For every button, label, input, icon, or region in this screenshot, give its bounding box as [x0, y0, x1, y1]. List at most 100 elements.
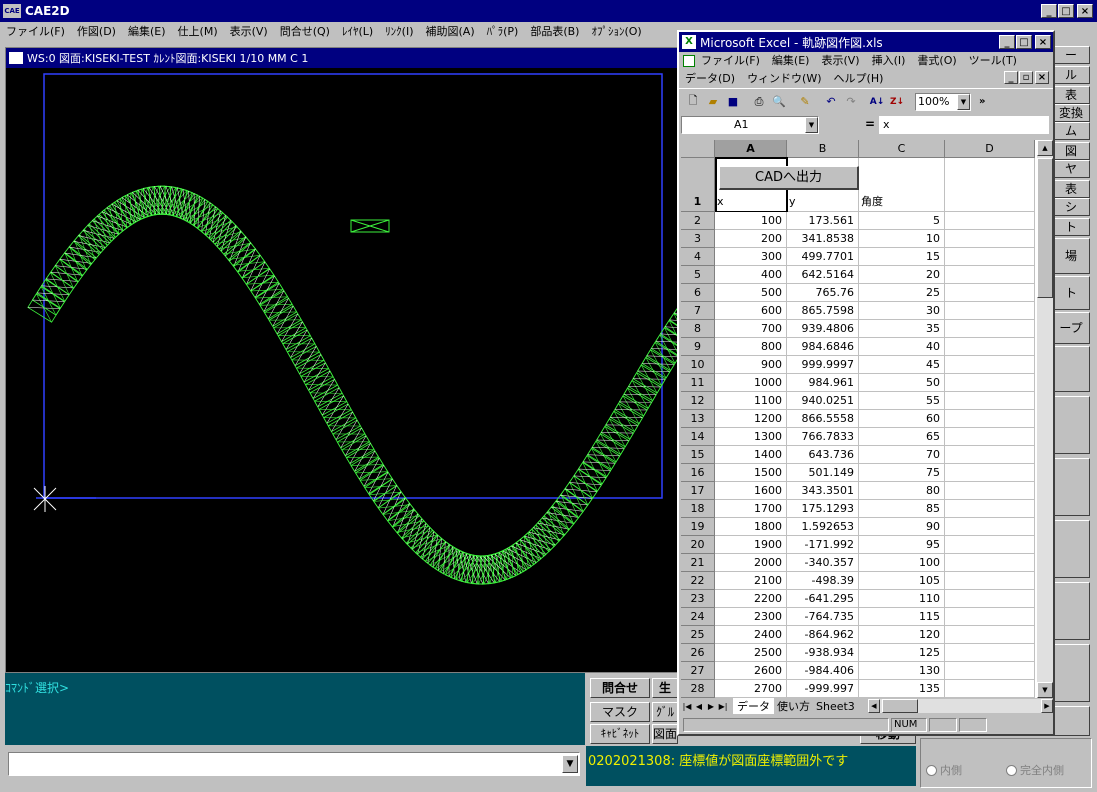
row-header[interactable]: 24: [681, 608, 715, 626]
cell-y[interactable]: 499.7701: [787, 248, 859, 266]
doc-restore-button[interactable]: ▫: [1019, 71, 1033, 84]
print-icon[interactable]: ⎙: [749, 92, 769, 112]
cell-angle[interactable]: 50: [859, 374, 945, 392]
menu-item-11[interactable]: ｵﾌﾟｼｮﾝ(O): [585, 22, 647, 42]
cell-x[interactable]: 200: [715, 230, 787, 248]
row-header[interactable]: 6: [681, 284, 715, 302]
sort-ascending-icon[interactable]: A↓: [867, 92, 887, 112]
new-file-icon[interactable]: 🗋: [683, 92, 703, 112]
cell-x[interactable]: 600: [715, 302, 787, 320]
excel-menu-item[interactable]: 挿入(I): [866, 52, 912, 70]
cell-x[interactable]: 2300: [715, 608, 787, 626]
close-button[interactable]: ×: [1077, 4, 1093, 18]
menu-item-8[interactable]: 補助図(A): [420, 22, 481, 42]
cell-angle[interactable]: 70: [859, 446, 945, 464]
cell[interactable]: [945, 356, 1035, 374]
cell[interactable]: [945, 158, 1035, 212]
cell[interactable]: [945, 464, 1035, 482]
row-header[interactable]: 5: [681, 266, 715, 284]
cell-x[interactable]: 1700: [715, 500, 787, 518]
row-header[interactable]: 8: [681, 320, 715, 338]
select-all-corner[interactable]: [681, 140, 715, 158]
zoom-dropdown-icon[interactable]: ▼: [957, 93, 970, 110]
tool-panel-button[interactable]: [1052, 346, 1090, 392]
group-button[interactable]: ｸﾞﾙ: [652, 702, 678, 722]
cell[interactable]: [945, 500, 1035, 518]
cell-x[interactable]: 100: [715, 212, 787, 230]
cell-x[interactable]: 900: [715, 356, 787, 374]
row-header[interactable]: 10: [681, 356, 715, 374]
cell-x[interactable]: 1400: [715, 446, 787, 464]
cell-y[interactable]: -641.295: [787, 590, 859, 608]
cell[interactable]: [945, 410, 1035, 428]
tab-next-icon[interactable]: ▶: [705, 702, 717, 711]
cell-x[interactable]: 2200: [715, 590, 787, 608]
row-header[interactable]: 14: [681, 428, 715, 446]
tool-panel-button[interactable]: 変換: [1052, 104, 1090, 122]
row-header[interactable]: 27: [681, 662, 715, 680]
cell[interactable]: [945, 374, 1035, 392]
cell-angle[interactable]: 105: [859, 572, 945, 590]
cell-angle[interactable]: 65: [859, 428, 945, 446]
row-header[interactable]: 17: [681, 482, 715, 500]
cell[interactable]: [945, 644, 1035, 662]
cell-x[interactable]: 300: [715, 248, 787, 266]
tool-panel-button[interactable]: [1052, 520, 1090, 578]
row-header[interactable]: 1: [681, 158, 715, 212]
hscroll-thumb[interactable]: [881, 699, 918, 713]
zoom-select[interactable]: 100% ▼: [915, 92, 971, 111]
cell[interactable]: [945, 320, 1035, 338]
row-header[interactable]: 18: [681, 500, 715, 518]
cell-x[interactable]: 1600: [715, 482, 787, 500]
row-header[interactable]: 19: [681, 518, 715, 536]
command-input-box[interactable]: ▼: [8, 752, 580, 776]
menu-item-7[interactable]: ﾘﾝｸ(I): [379, 22, 419, 42]
menu-item-9[interactable]: ﾊﾟﾗ(P): [481, 22, 525, 42]
tool-panel-button[interactable]: [1052, 458, 1090, 516]
cell-x[interactable]: 1900: [715, 536, 787, 554]
cell[interactable]: [945, 230, 1035, 248]
tool-panel-button[interactable]: シ: [1052, 198, 1090, 216]
cell-angle[interactable]: 60: [859, 410, 945, 428]
tool-panel-button[interactable]: 表: [1052, 86, 1090, 104]
cell[interactable]: [945, 212, 1035, 230]
excel-close-button[interactable]: ×: [1035, 35, 1051, 49]
doc-close-button[interactable]: ×: [1035, 71, 1049, 84]
cell-angle[interactable]: 95: [859, 536, 945, 554]
menu-item-5[interactable]: 問合せ(Q): [274, 22, 336, 42]
menu-item-0[interactable]: ファイル(F): [0, 22, 71, 42]
cell-y[interactable]: 642.5164: [787, 266, 859, 284]
radio-inner[interactable]: 内側: [926, 762, 962, 778]
excel-menu-item[interactable]: ファイル(F): [695, 52, 766, 70]
cell[interactable]: [945, 518, 1035, 536]
cell[interactable]: [945, 338, 1035, 356]
drawing-button[interactable]: 図面: [652, 724, 678, 744]
tool-panel-button[interactable]: ープ: [1052, 312, 1090, 344]
cell-x[interactable]: 700: [715, 320, 787, 338]
tool-panel-button[interactable]: 場: [1052, 238, 1090, 274]
save-icon[interactable]: ■: [723, 92, 743, 112]
tab-last-icon[interactable]: ▶|: [717, 702, 729, 711]
row-header[interactable]: 13: [681, 410, 715, 428]
column-header[interactable]: D: [945, 140, 1035, 158]
row-header[interactable]: 2: [681, 212, 715, 230]
tool-panel-button[interactable]: [1052, 644, 1090, 702]
row-header[interactable]: 23: [681, 590, 715, 608]
cell[interactable]: [945, 446, 1035, 464]
row-header[interactable]: 21: [681, 554, 715, 572]
excel-menu-item[interactable]: 書式(O): [911, 52, 962, 70]
hscroll-left-button[interactable]: ◀: [867, 699, 880, 713]
cell-x[interactable]: 1800: [715, 518, 787, 536]
menu-item-4[interactable]: 表示(V): [224, 22, 274, 42]
cell-angle[interactable]: 30: [859, 302, 945, 320]
cell[interactable]: [945, 428, 1035, 446]
cell-y[interactable]: 999.9997: [787, 356, 859, 374]
cell-y[interactable]: 173.561: [787, 212, 859, 230]
excel-minimize-button[interactable]: _: [999, 35, 1015, 49]
tool-panel-button[interactable]: ル: [1052, 66, 1090, 84]
row-header[interactable]: 4: [681, 248, 715, 266]
cell-y[interactable]: 341.8538: [787, 230, 859, 248]
cell[interactable]: [945, 608, 1035, 626]
menu-item-3[interactable]: 仕上(M): [172, 22, 224, 42]
format-painter-icon[interactable]: ✎: [795, 92, 815, 112]
